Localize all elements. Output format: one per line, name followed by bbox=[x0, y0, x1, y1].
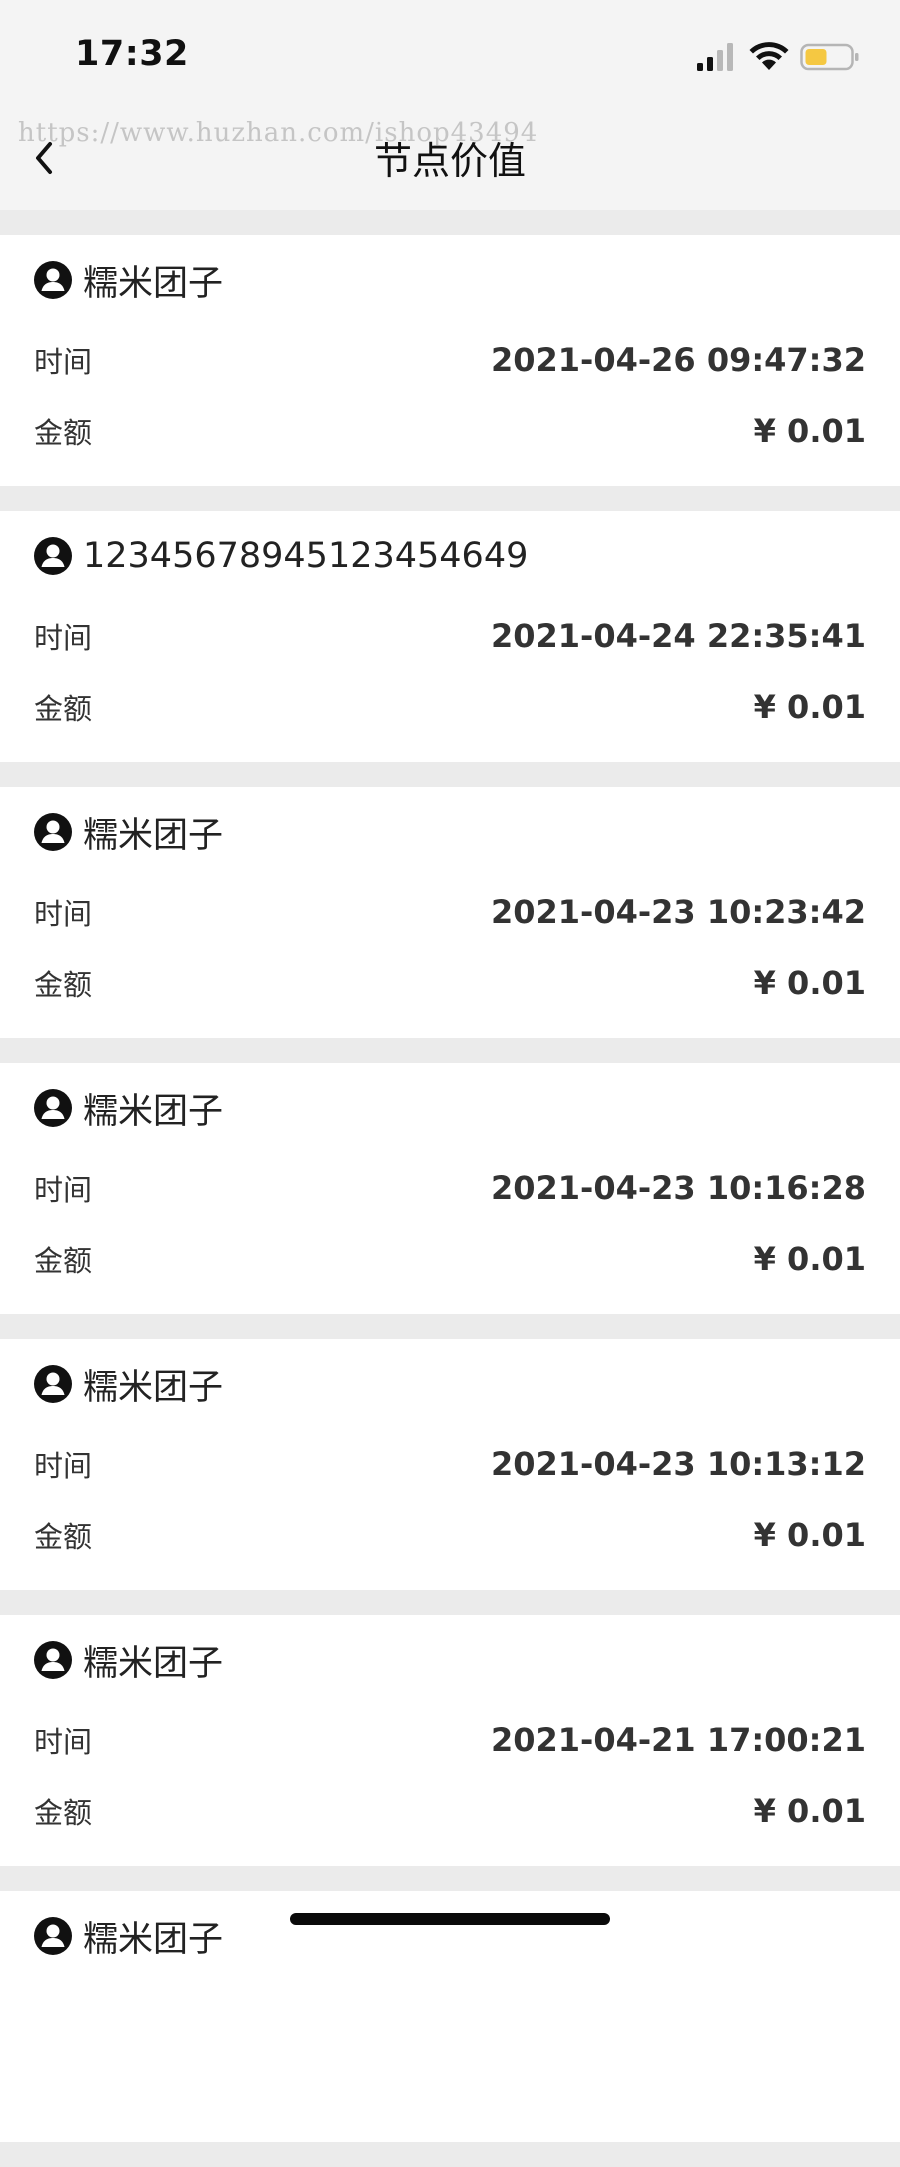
user-avatar-icon bbox=[34, 1641, 72, 1679]
user-avatar-icon bbox=[34, 261, 72, 299]
amount-label: 金额 bbox=[34, 416, 93, 450]
amount-label: 金额 bbox=[34, 692, 93, 726]
record-time-row: 时间 2021-04-23 10:23:42 bbox=[34, 892, 866, 932]
record-user-name: 12345678945123454649 bbox=[83, 536, 529, 576]
time-label: 时间 bbox=[34, 1449, 93, 1483]
time-value: 2021-04-23 10:16:28 bbox=[490, 1169, 866, 1207]
time-label: 时间 bbox=[34, 621, 93, 655]
amount-label: 金额 bbox=[34, 1520, 93, 1554]
record-user-name: 糯米团子 bbox=[83, 1091, 224, 1132]
user-avatar-icon bbox=[34, 1917, 72, 1955]
record-user-name: 糯米团子 bbox=[83, 1643, 224, 1684]
record-card[interactable]: 12345678945123454649 时间 2021-04-24 22:35… bbox=[0, 511, 900, 762]
record-time-row: 时间 2021-04-23 10:16:28 bbox=[34, 1168, 866, 1208]
record-card[interactable]: 糯米团子 bbox=[0, 1891, 900, 2142]
record-name-row: 糯米团子 bbox=[34, 1361, 224, 1408]
status-time: 17:32 bbox=[75, 34, 189, 74]
record-name-row: 12345678945123454649 bbox=[34, 533, 528, 579]
time-value: 2021-04-26 09:47:32 bbox=[490, 341, 866, 379]
record-list: 糯米团子 时间 2021-04-26 09:47:32 金额 ¥ 0.01 12… bbox=[0, 235, 900, 2167]
user-avatar-icon bbox=[34, 813, 72, 851]
record-card[interactable]: 糯米团子 时间 2021-04-23 10:16:28 金额 ¥ 0.01 bbox=[0, 1063, 900, 1314]
amount-value: ¥ 0.01 bbox=[753, 1792, 866, 1830]
record-time-row: 时间 2021-04-26 09:47:32 bbox=[34, 340, 866, 380]
amount-label: 金额 bbox=[34, 1796, 93, 1830]
amount-label: 金额 bbox=[34, 1244, 93, 1278]
wifi-icon bbox=[749, 42, 789, 70]
time-label: 时间 bbox=[34, 897, 93, 931]
time-label: 时间 bbox=[34, 1725, 93, 1759]
battery-icon bbox=[800, 43, 859, 71]
record-card[interactable]: 糯米团子 时间 2021-04-23 10:23:42 金额 ¥ 0.01 bbox=[0, 787, 900, 1038]
time-label: 时间 bbox=[34, 1173, 93, 1207]
record-user-name: 糯米团子 bbox=[83, 1367, 224, 1408]
user-avatar-icon bbox=[34, 537, 72, 575]
record-user-name: 糯米团子 bbox=[83, 1919, 224, 1960]
record-card[interactable]: 糯米团子 时间 2021-04-23 10:13:12 金额 ¥ 0.01 bbox=[0, 1339, 900, 1590]
page-title: 节点价值 bbox=[373, 139, 526, 183]
record-amount-row: 金额 ¥ 0.01 bbox=[34, 687, 866, 727]
time-value: 2021-04-21 17:00:21 bbox=[490, 1721, 866, 1759]
record-amount-row: 金额 ¥ 0.01 bbox=[34, 963, 866, 1003]
record-user-name: 糯米团子 bbox=[83, 815, 224, 856]
record-user-name: 糯米团子 bbox=[83, 263, 224, 304]
record-card[interactable]: 糯米团子 时间 2021-04-21 17:00:21 金额 ¥ 0.01 bbox=[0, 1615, 900, 1866]
top-bar: 17:32 https://www.huzhan.com/ishop43494 … bbox=[0, 0, 900, 210]
time-value: 2021-04-23 10:23:42 bbox=[490, 893, 866, 931]
record-amount-row: 金额 ¥ 0.01 bbox=[34, 1791, 866, 1831]
record-name-row: 糯米团子 bbox=[34, 809, 224, 856]
user-avatar-icon bbox=[34, 1089, 72, 1127]
record-name-row: 糯米团子 bbox=[34, 1085, 224, 1132]
time-value: 2021-04-24 22:35:41 bbox=[490, 617, 866, 655]
amount-value: ¥ 0.01 bbox=[753, 412, 866, 450]
amount-value: ¥ 0.01 bbox=[753, 1516, 866, 1554]
record-name-row: 糯米团子 bbox=[34, 1913, 224, 1960]
amount-label: 金额 bbox=[34, 968, 93, 1002]
record-time-row: 时间 2021-04-23 10:13:12 bbox=[34, 1444, 866, 1484]
amount-value: ¥ 0.01 bbox=[753, 688, 866, 726]
record-amount-row: 金额 ¥ 0.01 bbox=[34, 1515, 866, 1555]
record-time-row: 时间 2021-04-21 17:00:21 bbox=[34, 1720, 866, 1760]
time-label: 时间 bbox=[34, 345, 93, 379]
amount-value: ¥ 0.01 bbox=[753, 964, 866, 1002]
record-amount-row: 金额 ¥ 0.01 bbox=[34, 1239, 866, 1279]
amount-value: ¥ 0.01 bbox=[753, 1240, 866, 1278]
record-time-row: 时间 2021-04-24 22:35:41 bbox=[34, 616, 866, 656]
record-amount-row: 金额 ¥ 0.01 bbox=[34, 411, 866, 451]
record-name-row: 糯米团子 bbox=[34, 257, 224, 304]
time-value: 2021-04-23 10:13:12 bbox=[490, 1445, 866, 1483]
record-name-row: 糯米团子 bbox=[34, 1637, 224, 1684]
user-avatar-icon bbox=[34, 1365, 72, 1403]
battery-level bbox=[805, 49, 827, 65]
home-indicator[interactable] bbox=[290, 1913, 610, 1925]
record-card[interactable]: 糯米团子 时间 2021-04-26 09:47:32 金额 ¥ 0.01 bbox=[0, 235, 900, 486]
cellular-signal-icon bbox=[697, 43, 733, 71]
